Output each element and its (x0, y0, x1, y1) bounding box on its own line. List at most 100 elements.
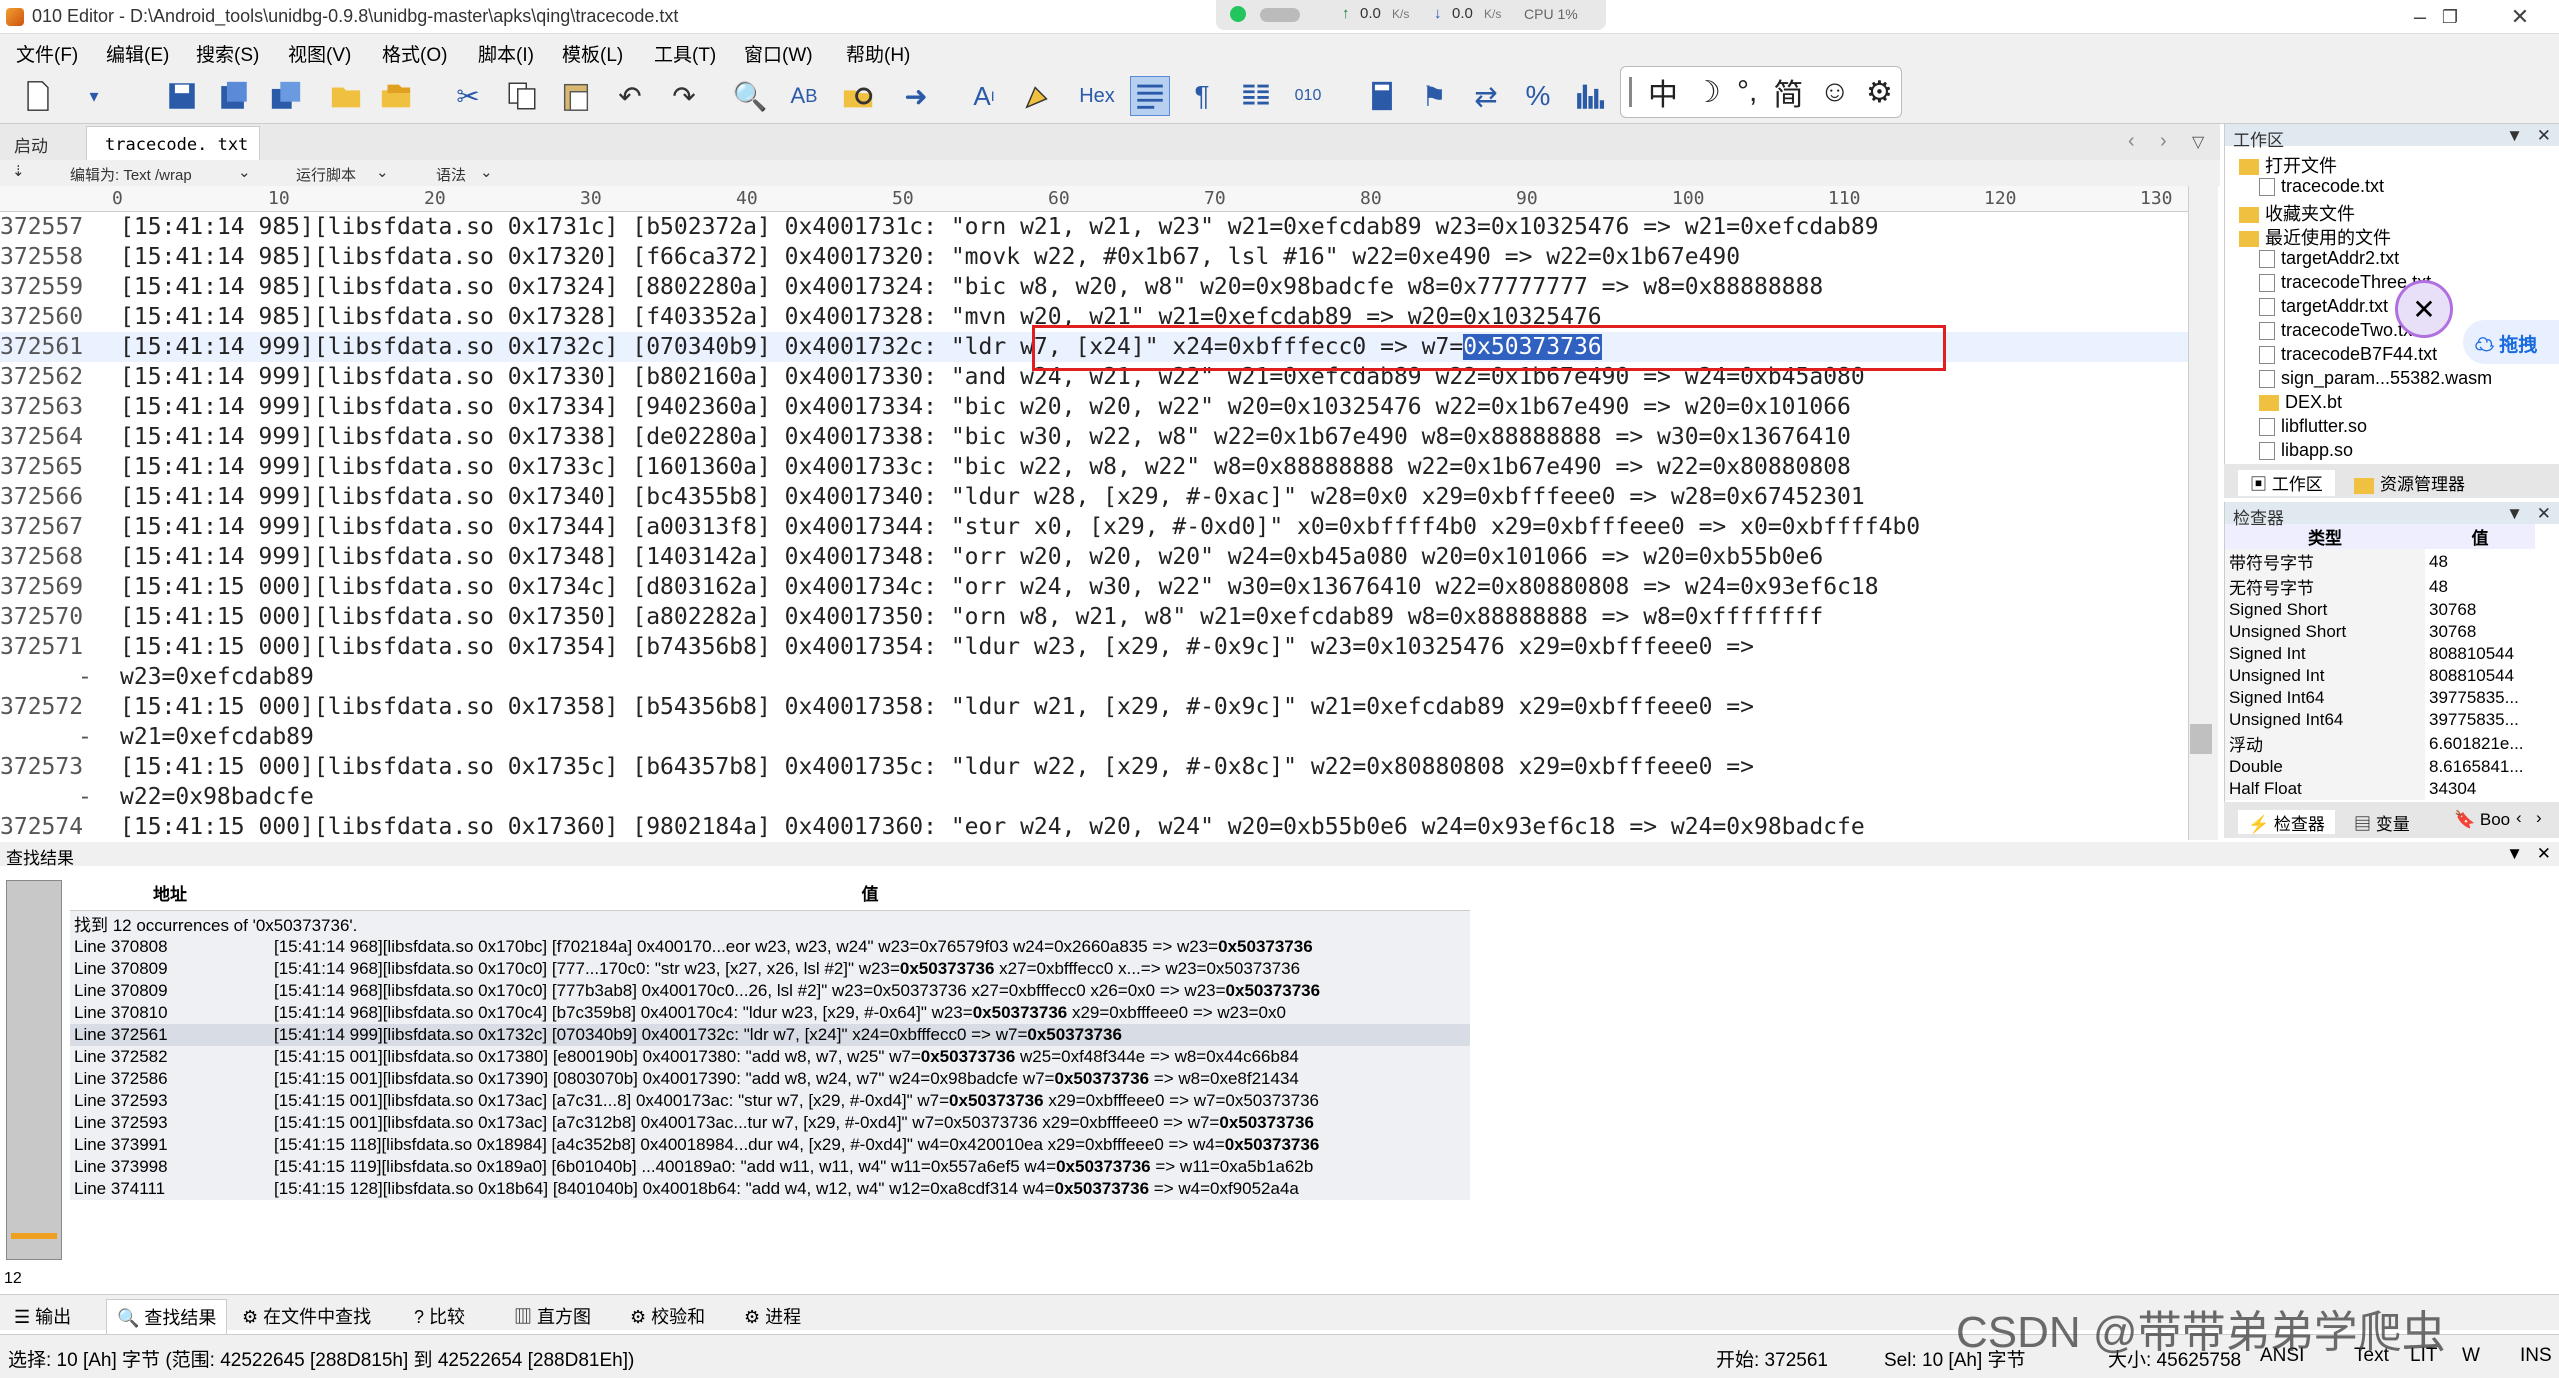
code-line[interactable]: 372559 [15:41:14 985][libsfdata.so 0x1732… (0, 272, 2188, 302)
code-line[interactable]: 372557 [15:41:14 985][libsfdata.so 0x1731… (0, 212, 2188, 242)
menu-window[interactable]: 窗口(W) (744, 40, 813, 67)
editor-scroll-thumb[interactable] (2190, 724, 2212, 754)
result-row[interactable]: Line 370810 [15:41:14 968][libsfdata.so 0… (70, 1001, 1470, 1024)
tab-output[interactable]: ☰ 输出 (14, 1303, 71, 1329)
inspector-row[interactable]: 带符号字节 48 (2225, 549, 2535, 574)
status-w[interactable]: W (2462, 1345, 2480, 1367)
code-line[interactable]: 372565 [15:41:14 999][libsfdata.so 0x1733… (0, 452, 2188, 482)
code-line[interactable]: 372563 [15:41:14 999][libsfdata.so 0x1733… (0, 392, 2188, 422)
find-icon[interactable]: 🔍 (730, 76, 770, 116)
result-row[interactable]: Line 372582 [15:41:15 001][libsfdata.so 0… (70, 1045, 1470, 1068)
ime-settings-icon[interactable]: ⚙ (1866, 75, 1893, 110)
result-row[interactable]: Line 372593 [15:41:15 001][libsfdata.so 0… (70, 1111, 1470, 1134)
binary-icon[interactable]: 010 (1288, 76, 1328, 116)
replace-icon[interactable]: AB (784, 76, 824, 116)
recent-folder[interactable]: 最近使用的文件 (2239, 224, 2391, 250)
new-file-icon[interactable] (18, 76, 58, 116)
new-dropdown-icon[interactable]: ▾ (74, 76, 114, 116)
status-ins[interactable]: INS (2520, 1345, 2552, 1367)
inspector-row[interactable]: Unsigned Int64 39775835... (2225, 709, 2535, 731)
results-close-icon[interactable]: ✕ (2537, 844, 2551, 864)
side-drag-widget[interactable]: ☁ 拖拽 (2463, 320, 2559, 364)
results-overview-bar[interactable] (6, 880, 62, 1260)
result-row[interactable]: Line 374111 [15:41:15 128][libsfdata.so 0… (70, 1177, 1470, 1200)
open-recent-icon[interactable] (376, 76, 416, 116)
code-line[interactable]: 372570 [15:41:15 000][libsfdata.so 0x1735… (0, 602, 2188, 632)
recent-file-item[interactable]: libflutter.so (2259, 416, 2367, 437)
code-line[interactable]: 372574 [15:41:15 000][libsfdata.so 0x1736… (0, 812, 2188, 840)
code-line[interactable]: 372566 [15:41:14 999][libsfdata.so 0x1734… (0, 482, 2188, 512)
tab-prev-icon[interactable]: ‹ (2128, 130, 2135, 153)
tab-menu-icon[interactable]: ▽ (2192, 132, 2204, 152)
ime-chinese-toggle[interactable]: 中 (1648, 70, 1678, 114)
tab-find-results[interactable]: 🔍 查找结果 (106, 1299, 228, 1335)
menu-help[interactable]: 帮助(H) (846, 40, 910, 67)
recent-file-item[interactable]: libapp.so (2259, 440, 2353, 461)
save-as-icon[interactable] (214, 76, 254, 116)
tab-explorer[interactable]: 资源管理器 (2354, 470, 2465, 495)
panel-prev-icon[interactable]: ‹ (2516, 808, 2522, 828)
code-line[interactable]: 372572 [15:41:15 000][libsfdata.so 0x1735… (0, 692, 2188, 722)
code-line[interactable]: 372567 [15:41:14 999][libsfdata.so 0x1734… (0, 512, 2188, 542)
histogram-icon[interactable] (1572, 76, 1612, 116)
tab-compare[interactable]: ? 比较 (414, 1303, 465, 1329)
recent-file-item[interactable]: tracecodeTwo.txt (2259, 320, 2417, 341)
font-icon[interactable]: AI (964, 76, 1004, 116)
inspector-menu-icon[interactable]: ▼ (2506, 504, 2523, 524)
tab-next-icon[interactable]: › (2160, 130, 2167, 153)
wrapped-line[interactable]: - w21=0xefcdab89 (0, 722, 2188, 752)
ime-simplified-toggle[interactable]: 简 (1773, 70, 1803, 114)
code-line[interactable]: 372569 [15:41:15 000][libsfdata.so 0x1734… (0, 572, 2188, 602)
inspector-close-icon[interactable]: ✕ (2537, 504, 2551, 524)
tab-find-in-files[interactable]: ⚙ 在文件中查找 (242, 1303, 371, 1329)
menu-template[interactable]: 模板(L) (562, 40, 623, 67)
result-row[interactable]: Line 373991 [15:41:15 118][libsfdata.so 0… (70, 1133, 1470, 1156)
code-line[interactable]: 372558 [15:41:14 985][libsfdata.so 0x1732… (0, 242, 2188, 272)
inspector-row[interactable]: 无符号字节 48 (2225, 574, 2535, 599)
result-row[interactable]: Line 370809 [15:41:14 968][libsfdata.so 0… (70, 957, 1470, 980)
open-files-folder[interactable]: 打开文件 (2239, 152, 2337, 178)
tab-workspace[interactable]: ▣ 工作区 (2238, 470, 2335, 496)
workspace-close-icon[interactable]: ✕ (2537, 126, 2551, 146)
compare-icon[interactable]: ⇄ (1466, 76, 1506, 116)
menu-edit[interactable]: 编辑(E) (106, 40, 169, 67)
tab-start[interactable]: 启动 (14, 132, 48, 157)
find-in-files-icon[interactable] (838, 76, 878, 116)
cut-icon[interactable]: ✂ (448, 76, 488, 116)
open-file-item[interactable]: tracecode.txt (2259, 176, 2384, 197)
result-row[interactable]: Line 372561 [15:41:14 999][libsfdata.so 0… (70, 1023, 1470, 1046)
recent-file-item[interactable]: sign_param...55382.wasm (2259, 368, 2492, 389)
result-row[interactable]: Line 370809 [15:41:14 968][libsfdata.so 0… (70, 979, 1470, 1002)
ime-emoji-icon[interactable]: ☺ (1819, 75, 1850, 109)
inspector-row[interactable]: Signed Int 808810544 (2225, 643, 2535, 665)
code-line[interactable]: 372564 [15:41:14 999][libsfdata.so 0x1733… (0, 422, 2188, 452)
run-script-dropdown[interactable]: 运行脚本 (296, 164, 356, 185)
menu-tools[interactable]: 工具(T) (654, 40, 716, 67)
recent-file-item[interactable]: targetAddr2.txt (2259, 248, 2399, 269)
code-line[interactable]: 372571 [15:41:15 000][libsfdata.so 0x1735… (0, 632, 2188, 662)
wrapped-line[interactable]: - w22=0x98badcfe (0, 782, 2188, 812)
result-row[interactable]: Line 372586 [15:41:15 001][libsfdata.so 0… (70, 1067, 1470, 1090)
menu-format[interactable]: 格式(O) (382, 40, 447, 67)
result-row[interactable]: Line 373998 [15:41:15 119][libsfdata.so 0… (70, 1155, 1470, 1178)
encoding-dropdown[interactable]: 编辑为: Text /wrap (70, 164, 192, 185)
columns-icon[interactable] (1236, 76, 1276, 116)
undo-icon[interactable]: ↶ (610, 76, 650, 116)
syntax-dropdown[interactable]: 语法 (436, 164, 466, 185)
run-script-chevron-icon[interactable]: ⌄ (376, 163, 389, 181)
result-row[interactable]: Line 370808 [15:41:14 968][libsfdata.so 0… (70, 935, 1470, 958)
recent-file-item[interactable]: DEX.bt (2259, 392, 2342, 413)
recent-file-item[interactable]: targetAddr.txt (2259, 296, 2388, 317)
menu-script[interactable]: 脚本(I) (478, 40, 534, 67)
bookmark-icon[interactable]: ⚑ (1414, 76, 1454, 116)
menu-search[interactable]: 搜索(S) (196, 40, 259, 67)
tab-checksum[interactable]: ⚙ 校验和 (630, 1303, 705, 1329)
floating-assistant-icon[interactable]: ✕ (2395, 280, 2453, 338)
paste-icon[interactable] (556, 76, 596, 116)
text-editor[interactable]: 372557 [15:41:14 985][libsfdata.so 0x1731… (0, 212, 2188, 840)
inspector-row[interactable]: Signed Int64 39775835... (2225, 687, 2535, 709)
syntax-chevron-icon[interactable]: ⌄ (480, 163, 493, 181)
favorites-folder[interactable]: 收藏夹文件 (2239, 200, 2355, 226)
tab-tracecode[interactable]: tracecode. txt ✕ (86, 126, 260, 175)
open-folder-icon[interactable] (326, 76, 366, 116)
